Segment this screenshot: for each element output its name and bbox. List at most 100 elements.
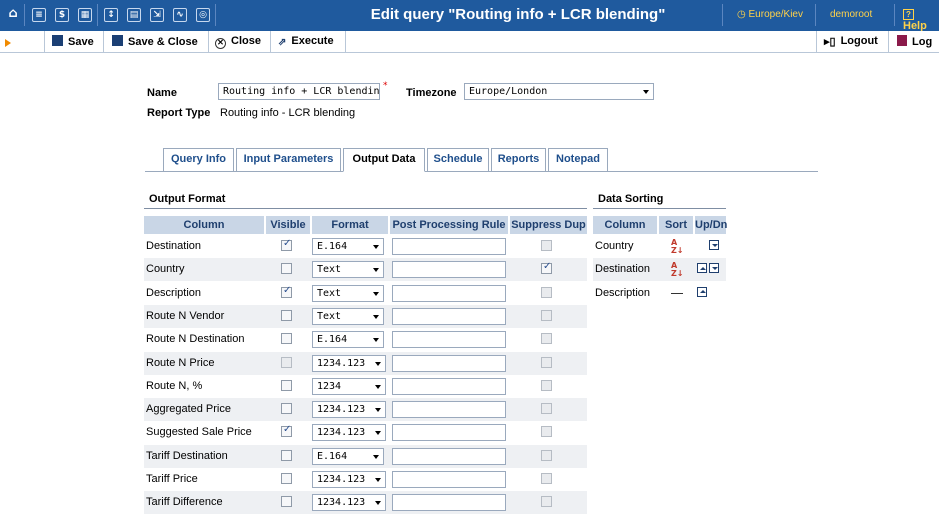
pin-icon[interactable]: ↕ xyxy=(104,8,118,22)
disk-icon xyxy=(52,35,63,46)
chevron-down-icon xyxy=(375,408,381,413)
suppress-dup-checkbox[interactable] xyxy=(541,356,552,368)
sort-none-icon[interactable] xyxy=(671,292,683,294)
suppress-dup-checkbox[interactable] xyxy=(541,261,552,275)
tab-input-parameters[interactable]: Input Parameters xyxy=(236,148,341,172)
dollar-icon[interactable]: $ xyxy=(55,8,69,22)
post-processing-input[interactable] xyxy=(392,471,506,488)
move-up-icon[interactable] xyxy=(697,286,707,297)
tab-notepad[interactable]: Notepad xyxy=(548,148,608,172)
suppress-dup-checkbox[interactable] xyxy=(541,240,552,251)
search-icon[interactable]: ◎ xyxy=(196,8,210,22)
suppress-dup-checkbox[interactable] xyxy=(541,379,552,391)
visible-checkbox[interactable] xyxy=(281,333,292,345)
save-button[interactable]: Save xyxy=(52,35,94,48)
format-select[interactable]: E.164 xyxy=(312,331,384,349)
suppress-dup-checkbox[interactable] xyxy=(541,309,552,321)
save-label: Save xyxy=(68,36,94,48)
format-value: Text xyxy=(317,264,342,276)
format-select[interactable]: 1234.123 xyxy=(312,494,386,512)
post-processing-input[interactable] xyxy=(392,401,506,419)
timezone-select[interactable]: Europe/London xyxy=(464,83,654,100)
format-select[interactable]: Text xyxy=(312,284,384,302)
post-processing-input[interactable] xyxy=(392,284,506,302)
visible-checkbox[interactable] xyxy=(281,356,292,368)
suppress-dup-checkbox[interactable] xyxy=(541,496,552,508)
sort-ascending-icon[interactable]: A Z↓ xyxy=(671,239,684,255)
help-link[interactable]: ?Help xyxy=(903,8,939,32)
row-column-name: Country xyxy=(146,263,185,276)
table-row: Destination E.164 xyxy=(144,235,587,258)
log-button[interactable]: Log xyxy=(897,35,932,48)
post-processing-input[interactable] xyxy=(392,354,506,372)
format-select[interactable]: E.164 xyxy=(312,238,384,255)
format-select[interactable]: 1234.123 xyxy=(312,401,386,419)
move-down-icon[interactable] xyxy=(709,263,719,274)
format-select[interactable]: 1234.123 xyxy=(312,471,386,488)
visible-checkbox[interactable] xyxy=(281,263,292,275)
post-processing-input[interactable] xyxy=(392,331,506,349)
format-select[interactable]: E.164 xyxy=(312,447,384,465)
format-value: E.164 xyxy=(317,450,348,462)
format-value: E.164 xyxy=(317,241,348,252)
toolbar: Save Save & Close ✕ Close ⇗ Execute ▸▯ Logo… xyxy=(0,31,939,53)
row-column-name: Route N, % xyxy=(146,379,203,392)
post-processing-input[interactable] xyxy=(392,261,506,279)
format-select[interactable]: Text xyxy=(312,307,384,325)
post-processing-input[interactable] xyxy=(392,238,506,255)
visible-checkbox[interactable] xyxy=(281,309,292,321)
table-row: Route N Destination E.164 xyxy=(144,328,587,351)
sort-column-name: Description xyxy=(595,286,651,299)
tab-query-info[interactable]: Query Info xyxy=(163,148,234,172)
sort-ascending-icon[interactable]: A Z↓ xyxy=(671,262,684,278)
move-down-icon[interactable] xyxy=(709,240,719,250)
tab-output-data[interactable]: Output Data xyxy=(343,148,425,172)
post-processing-input[interactable] xyxy=(392,424,506,442)
save-close-button[interactable]: Save & Close xyxy=(112,35,198,48)
visible-checkbox[interactable] xyxy=(281,238,292,251)
post-processing-input[interactable] xyxy=(392,447,506,465)
move-up-icon[interactable] xyxy=(697,263,707,274)
format-select[interactable]: 1234.123 xyxy=(312,354,386,372)
visible-checkbox[interactable] xyxy=(281,424,292,438)
execute-button[interactable]: ⇗ Execute xyxy=(278,35,334,48)
map-icon[interactable]: ▤ xyxy=(127,8,141,22)
post-processing-input[interactable] xyxy=(392,307,506,325)
tab-schedule[interactable]: Schedule xyxy=(427,148,489,172)
grid-icon[interactable]: ▦ xyxy=(78,8,92,22)
suppress-dup-checkbox[interactable] xyxy=(541,449,552,461)
close-button[interactable]: ✕ Close xyxy=(215,35,261,49)
tab-reports[interactable]: Reports xyxy=(491,148,546,172)
visible-checkbox[interactable] xyxy=(281,473,292,484)
folder-icon[interactable]: ⇲ xyxy=(150,8,164,22)
format-value: Text xyxy=(317,287,342,299)
visible-checkbox[interactable] xyxy=(281,379,292,391)
home-icon[interactable]: ⌂ xyxy=(6,7,20,22)
post-processing-input[interactable] xyxy=(392,494,506,512)
chevron-down-icon xyxy=(373,314,379,319)
visible-checkbox[interactable] xyxy=(281,285,292,298)
visible-checkbox[interactable] xyxy=(281,403,292,415)
suppress-dup-checkbox[interactable] xyxy=(541,426,552,438)
table-row: Country Text xyxy=(144,258,587,282)
table-row: Route N Price 1234.123 xyxy=(144,351,587,375)
format-select[interactable]: 1234 xyxy=(312,377,386,395)
close-icon: ✕ xyxy=(215,38,226,49)
format-select[interactable]: 1234.123 xyxy=(312,424,386,442)
visible-checkbox[interactable] xyxy=(281,449,292,461)
chart-icon[interactable]: ∿ xyxy=(173,8,187,22)
suppress-dup-checkbox[interactable] xyxy=(541,473,552,484)
format-select[interactable]: Text xyxy=(312,261,384,279)
timezone-link[interactable]: ◷ Europe/Kiev xyxy=(737,9,803,20)
suppress-dup-checkbox[interactable] xyxy=(541,286,552,298)
logout-button[interactable]: ▸▯ Logout xyxy=(824,35,878,48)
visible-checkbox[interactable] xyxy=(281,496,292,508)
name-input[interactable]: Routing info + LCR blending xyxy=(218,83,380,100)
user-name[interactable]: demoroot xyxy=(830,9,872,20)
list-icon[interactable]: ≡ xyxy=(32,8,46,22)
post-processing-input[interactable] xyxy=(392,377,506,395)
sort-row: Country A Z↓ xyxy=(593,235,726,258)
table-row: Suggested Sale Price 1234.123 xyxy=(144,421,587,444)
suppress-dup-checkbox[interactable] xyxy=(541,333,552,345)
suppress-dup-checkbox[interactable] xyxy=(541,403,552,415)
